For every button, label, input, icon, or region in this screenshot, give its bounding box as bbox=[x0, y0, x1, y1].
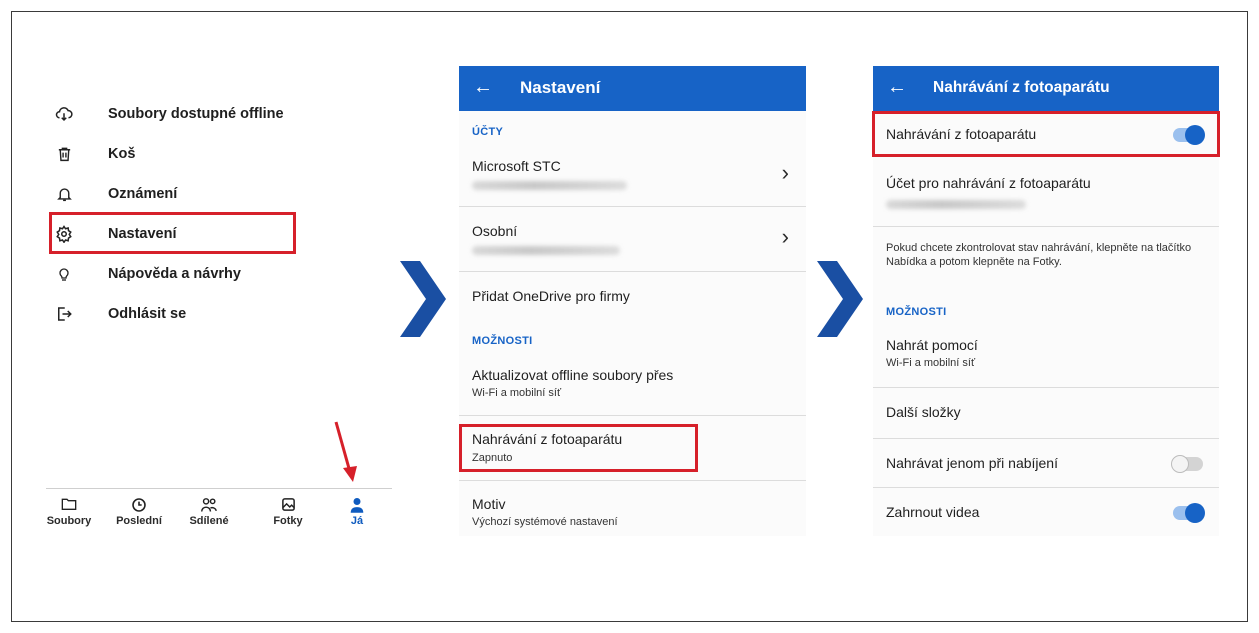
people-icon bbox=[174, 497, 244, 513]
setting-value: Výchozí systémové nastavení bbox=[472, 516, 618, 528]
blurred-email bbox=[886, 200, 1026, 209]
chevron-right-icon: › bbox=[781, 224, 789, 249]
menu-item-label: Soubory dostupné offline bbox=[108, 106, 284, 122]
cloud-download-icon bbox=[54, 104, 74, 124]
page-title: Nahrávání z fotoaparátu bbox=[933, 79, 1110, 96]
folder-icon bbox=[34, 497, 104, 513]
setting-title: Motiv bbox=[472, 496, 506, 512]
account-name: Osobní bbox=[472, 223, 518, 239]
add-business-label: Přidat OneDrive pro firmy bbox=[472, 288, 630, 304]
setting-title: Nahrávání z fotoaparátu bbox=[472, 431, 623, 447]
more-folders-row[interactable]: Další složky bbox=[873, 389, 1219, 437]
account-row-personal[interactable]: Osobní › bbox=[459, 208, 806, 270]
divider bbox=[873, 226, 1219, 227]
tab-me[interactable]: Já bbox=[322, 497, 392, 527]
divider bbox=[459, 206, 806, 207]
divider bbox=[873, 387, 1219, 388]
camera-upload-toggle-row[interactable]: Nahrávání z fotoaparátu bbox=[873, 113, 1219, 155]
tab-files[interactable]: Soubory bbox=[34, 497, 104, 527]
menu-item-label: Oznámení bbox=[108, 186, 178, 202]
setting-value: Wi-Fi a mobilní síť bbox=[886, 357, 976, 369]
chevron-right-icon bbox=[400, 261, 446, 337]
divider bbox=[873, 487, 1219, 488]
trash-icon bbox=[54, 144, 74, 164]
bottom-tab-bar: Soubory Poslední Sdílené Fotky Já bbox=[46, 488, 392, 536]
menu-item-label: Nastavení bbox=[108, 226, 177, 242]
toggle-knob bbox=[1185, 125, 1205, 145]
menu-item-notifications[interactable]: Oznámení bbox=[46, 175, 346, 213]
setting-title: Nahrávání z fotoaparátu bbox=[886, 126, 1037, 142]
divider bbox=[873, 438, 1219, 439]
tab-label: Fotky bbox=[273, 515, 303, 527]
setting-title: Účet pro nahrávání z fotoaparátu bbox=[886, 175, 1091, 191]
tab-shared[interactable]: Sdílené bbox=[174, 497, 244, 527]
settings-app-bar: ← Nastavení bbox=[459, 66, 806, 111]
upload-status-note: Pokud chcete zkontrolovat stav nahrávání… bbox=[886, 242, 1192, 268]
account-row-microsoft-stc[interactable]: Microsoft STC › bbox=[459, 144, 806, 204]
divider bbox=[459, 271, 806, 272]
charging-only-row[interactable]: Nahrávat jenom při nabíjení bbox=[873, 440, 1219, 486]
menu-item-help[interactable]: Nápověda a návrhy bbox=[46, 255, 346, 293]
clock-icon bbox=[104, 497, 174, 513]
tab-photos[interactable]: Fotky bbox=[253, 497, 323, 527]
divider bbox=[459, 480, 806, 481]
setting-value: Zapnuto bbox=[472, 452, 513, 464]
red-arrow bbox=[334, 421, 357, 482]
tab-label: Sdílené bbox=[189, 515, 229, 527]
tab-recent[interactable]: Poslední bbox=[104, 497, 174, 527]
menu-item-sign-out[interactable]: Odhlásit se bbox=[46, 295, 346, 333]
back-arrow-icon[interactable]: ← bbox=[473, 76, 493, 99]
camera-upload-screen: ← Nahrávání z fotoaparátu Nahrávání z fo… bbox=[873, 66, 1219, 536]
include-videos-toggle[interactable] bbox=[1173, 503, 1205, 523]
add-business-row[interactable]: Přidat OneDrive pro firmy bbox=[459, 273, 806, 317]
setting-title: Další složky bbox=[886, 404, 961, 420]
menu-item-label: Odhlásit se bbox=[108, 306, 187, 322]
bell-icon bbox=[54, 184, 74, 204]
menu-item-trash[interactable]: Koš bbox=[46, 135, 346, 173]
camera-upload-row[interactable]: Nahrávání z fotoaparátu Zapnuto bbox=[459, 417, 806, 479]
blurred-email bbox=[472, 181, 627, 190]
theme-row[interactable]: Motiv Výchozí systémové nastavení bbox=[459, 482, 806, 536]
photo-icon bbox=[253, 497, 323, 513]
person-icon bbox=[322, 497, 392, 513]
settings-screen: ← Nastavení ÚČTY Microsoft STC › Osobní … bbox=[459, 66, 806, 536]
account-name: Microsoft STC bbox=[472, 158, 561, 174]
sign-out-icon bbox=[54, 304, 74, 324]
charging-only-toggle[interactable] bbox=[1171, 455, 1203, 473]
include-videos-row[interactable]: Zahrnout videa bbox=[873, 489, 1219, 535]
lightbulb-icon bbox=[54, 264, 74, 284]
section-options: MOŽNOSTI bbox=[472, 335, 533, 347]
setting-title: Aktualizovat offline soubory přes bbox=[472, 367, 674, 383]
menu-item-label: Koš bbox=[108, 146, 136, 162]
blurred-email bbox=[472, 246, 620, 255]
toggle-knob bbox=[1171, 455, 1189, 473]
setting-title: Zahrnout videa bbox=[886, 504, 980, 520]
setting-value: Wi-Fi a mobilní síť bbox=[472, 387, 562, 399]
gear-icon bbox=[54, 224, 74, 244]
chevron-right-icon: › bbox=[781, 160, 789, 185]
tab-label: Poslední bbox=[116, 515, 162, 527]
setting-title: Nahrát pomocí bbox=[886, 337, 978, 353]
me-menu-panel: Soubory dostupné offline Koš Oznámení Na… bbox=[46, 95, 392, 535]
section-options: MOŽNOSTI bbox=[886, 306, 947, 318]
chevron-right-icon bbox=[817, 261, 863, 337]
menu-item-label: Nápověda a návrhy bbox=[108, 266, 241, 282]
menu-item-offline-files[interactable]: Soubory dostupné offline bbox=[46, 95, 346, 133]
toggle-knob bbox=[1185, 503, 1205, 523]
section-accounts: ÚČTY bbox=[472, 126, 504, 138]
menu-item-settings[interactable]: Nastavení bbox=[46, 215, 346, 253]
setting-title: Nahrávat jenom při nabíjení bbox=[886, 455, 1058, 471]
upload-via-row[interactable]: Nahrát pomocí Wi-Fi a mobilní síť bbox=[873, 324, 1219, 386]
tab-label: Soubory bbox=[46, 515, 92, 527]
camera-upload-toggle[interactable] bbox=[1173, 125, 1205, 145]
back-arrow-icon[interactable]: ← bbox=[887, 76, 907, 99]
divider bbox=[459, 415, 806, 416]
camera-app-bar: ← Nahrávání z fotoaparátu bbox=[873, 66, 1219, 111]
upload-account-row[interactable]: Účet pro nahrávání z fotoaparátu bbox=[873, 158, 1219, 222]
divider bbox=[873, 156, 1219, 157]
page-title: Nastavení bbox=[520, 78, 601, 97]
update-offline-row[interactable]: Aktualizovat offline soubory přes Wi-Fi … bbox=[459, 354, 806, 414]
tab-label: Já bbox=[350, 515, 364, 527]
